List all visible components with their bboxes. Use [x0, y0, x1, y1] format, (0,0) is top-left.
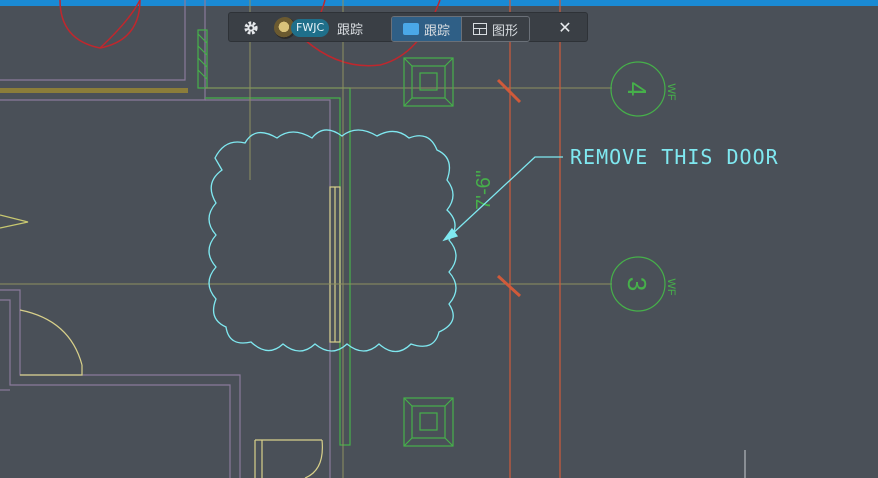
- red-gridlines: [496, 0, 561, 478]
- wall-lines: [0, 0, 331, 478]
- wall-post: [197, 29, 351, 446]
- mode-trace-button[interactable]: 跟踪: [392, 17, 462, 41]
- gear-icon: [244, 21, 258, 35]
- svg-text:WF: WF: [665, 278, 677, 295]
- wall-segment: [0, 88, 188, 93]
- trace-label: 跟踪: [337, 23, 364, 38]
- mode-switcher: 跟踪 图形: [391, 16, 531, 42]
- shape-icon: [473, 23, 488, 35]
- user-avatar[interactable]: FWJC: [274, 17, 330, 39]
- svg-text:4: 4: [622, 82, 652, 96]
- grid-bubble-3: 3 WF: [610, 256, 677, 312]
- door-to-remove: [329, 186, 341, 343]
- column: [403, 57, 454, 107]
- drawing-canvas[interactable]: 4 WF 3 WF 7'-6": [0, 0, 878, 478]
- svg-text:3: 3: [622, 277, 652, 291]
- close-icon: ✕: [558, 18, 572, 37]
- settings-button[interactable]: [241, 18, 261, 38]
- mode-shape-label: 图形: [492, 23, 519, 39]
- mode-shape-button[interactable]: 图形: [461, 17, 529, 41]
- trace-icon: [403, 23, 419, 35]
- user-initials-badge: FWJC: [291, 19, 330, 37]
- markup-toolbar: FWJC 跟踪 跟踪 图形 ✕: [228, 12, 588, 42]
- door-swing: [0, 214, 323, 478]
- grid-bubble-4: 4 WF: [610, 61, 677, 117]
- revision-cloud[interactable]: [208, 129, 457, 353]
- mode-trace-label: 跟踪: [424, 23, 451, 39]
- close-button[interactable]: ✕: [554, 17, 576, 39]
- grid-lines: [0, 0, 612, 478]
- leader-arrow: [442, 156, 563, 242]
- markup-note: REMOVE THIS DOOR: [570, 145, 779, 169]
- svg-text:WF: WF: [665, 83, 677, 100]
- column: [403, 397, 454, 447]
